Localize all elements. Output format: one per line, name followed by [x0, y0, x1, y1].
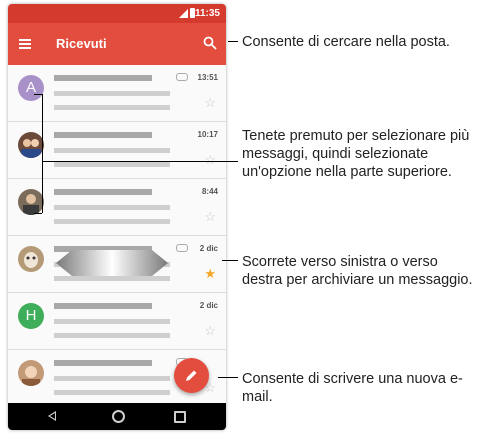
- hamburger-icon[interactable]: [19, 39, 31, 49]
- star-icon[interactable]: ★: [204, 266, 216, 282]
- star-icon[interactable]: ☆: [204, 323, 216, 339]
- status-time: 11:35: [194, 8, 220, 19]
- star-icon[interactable]: ☆: [204, 95, 216, 111]
- message-date: 2 dic: [199, 244, 218, 253]
- search-icon[interactable]: [202, 35, 218, 51]
- callout-swipe: Scorrete verso sinistra o verso destra p…: [242, 254, 473, 288]
- swipe-arrow-icon: [56, 250, 168, 276]
- message-date: 13:51: [197, 73, 218, 82]
- callout-search: Consente di cercare nella posta.: [242, 34, 450, 50]
- message-row-4[interactable]: 2 dic ★: [8, 236, 226, 293]
- callout-line-swipe: [222, 260, 238, 261]
- callout-line-select-top: [34, 94, 42, 95]
- avatar: [18, 246, 44, 272]
- callout-line-select-bottom: [34, 213, 42, 214]
- avatar: [18, 360, 44, 386]
- recents-icon[interactable]: [174, 411, 186, 423]
- star-icon[interactable]: ☆: [204, 152, 216, 168]
- callout-line-select-v: [42, 94, 43, 213]
- message-row-5[interactable]: H 2 dic ☆: [8, 293, 226, 350]
- callout-select: Tenete premuto per selezionare più messa…: [242, 128, 470, 180]
- pencil-icon: [186, 370, 197, 381]
- callout-line-select-h: [42, 161, 238, 162]
- avatar: [18, 132, 44, 158]
- callout-line-compose: [218, 377, 238, 378]
- navigation-bar: [8, 403, 226, 430]
- star-icon[interactable]: ☆: [204, 209, 216, 225]
- status-bar: 11:35: [8, 4, 226, 23]
- message-date: 2 dic: [199, 301, 218, 310]
- attachment-icon: [176, 244, 188, 252]
- callout-line-search: [228, 41, 238, 42]
- attachment-icon: [176, 73, 188, 81]
- message-list: A 13:51 ☆ 10:17 ☆ 8:44 ☆ 2 dic ★ H 2 dic…: [8, 65, 226, 407]
- message-row-2[interactable]: 10:17 ☆: [8, 122, 226, 179]
- compose-button[interactable]: [174, 358, 209, 393]
- page-title: Ricevuti: [56, 36, 107, 51]
- callout-compose: Consente di scrivere una nuova e-mail.: [242, 371, 463, 405]
- avatar: [18, 189, 44, 215]
- avatar: H: [18, 303, 44, 329]
- message-date: 10:17: [197, 130, 218, 139]
- avatar: A: [18, 75, 44, 101]
- home-icon[interactable]: [112, 410, 125, 423]
- message-row-3[interactable]: 8:44 ☆: [8, 179, 226, 236]
- app-bar: Ricevuti: [8, 23, 226, 65]
- signal-icon: [179, 9, 188, 18]
- message-date: 8:44: [201, 187, 218, 196]
- back-icon[interactable]: [48, 411, 56, 421]
